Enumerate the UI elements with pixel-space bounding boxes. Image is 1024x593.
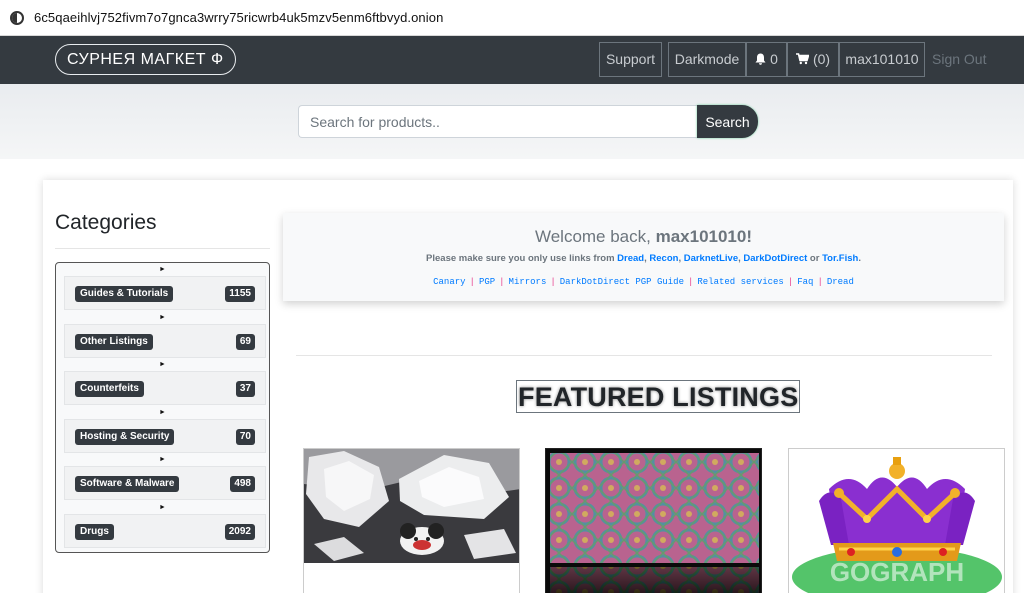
listing-image[interactable] xyxy=(304,449,520,563)
categories-list: ► Guides & Tutorials 1155 ► Other Listin… xyxy=(55,262,270,553)
category-label[interactable]: Other Listings xyxy=(75,334,153,350)
welcome-note: Please make sure you only use links from… xyxy=(426,253,861,264)
expand-arrow-icon[interactable]: ► xyxy=(56,361,269,368)
address-url[interactable]: 6c5qaeihlvj752fivm7o7gnca3wrry75ricwrb4u… xyxy=(34,10,443,25)
welcome-prefix: Welcome back, xyxy=(534,227,656,246)
link-mirrors[interactable]: Mirrors xyxy=(509,277,547,287)
note-link-recon[interactable]: Recon xyxy=(649,253,678,264)
note-prefix: Please make sure you only use links from xyxy=(426,253,618,264)
category-item[interactable]: Hosting & Security 70 xyxy=(64,419,266,453)
note-link-dread[interactable]: Dread xyxy=(617,253,644,264)
category-label[interactable]: Guides & Tutorials xyxy=(75,286,174,302)
cart-icon xyxy=(795,53,809,65)
welcome-username: max101010! xyxy=(655,227,753,246)
browser-address-bar[interactable]: 6c5qaeihlvj752fivm7o7gnca3wrry75ricwrb4u… xyxy=(0,0,1024,36)
note-or: or xyxy=(807,253,823,264)
link-separator: | xyxy=(787,277,794,287)
cart-button[interactable]: (0) xyxy=(787,42,839,77)
sign-out-link[interactable]: Sign Out xyxy=(932,42,986,77)
featured-listings-heading: FEATURED LISTINGS xyxy=(516,380,801,413)
category-count: 37 xyxy=(235,381,255,397)
link-separator: | xyxy=(469,277,475,287)
notifications-count: 0 xyxy=(770,51,778,67)
link-separator: | xyxy=(550,277,556,287)
listing-card[interactable]: GOGRAPH xyxy=(788,448,1005,593)
search-section: Search xyxy=(0,84,1024,159)
listing-image[interactable] xyxy=(546,449,762,593)
category-label[interactable]: Drugs xyxy=(75,524,114,540)
link-separator: | xyxy=(817,277,823,287)
welcome-panel: Welcome back, max101010! Please make sur… xyxy=(283,213,1004,301)
listing-card[interactable] xyxy=(545,448,762,593)
category-count: 2092 xyxy=(224,524,255,540)
darkmode-toggle[interactable]: Darkmode xyxy=(668,42,746,77)
category-item[interactable]: Guides & Tutorials 1155 xyxy=(64,276,266,310)
expand-arrow-icon[interactable]: ► xyxy=(56,504,269,511)
note-link-torfish[interactable]: Tor.Fish xyxy=(822,253,858,264)
listing-image[interactable]: GOGRAPH xyxy=(789,449,1005,593)
category-item[interactable]: Other Listings 69 xyxy=(64,324,266,358)
watermark-text: GOGRAPH xyxy=(830,557,964,587)
onion-icon xyxy=(10,10,24,25)
support-link[interactable]: Support xyxy=(599,42,662,77)
listing-card[interactable] xyxy=(303,448,520,593)
link-separator: | xyxy=(688,277,694,287)
note-link-darkdotdirect[interactable]: DarkDotDirect xyxy=(743,253,807,264)
link-dread[interactable]: Dread xyxy=(827,277,854,287)
category-label[interactable]: Counterfeits xyxy=(75,381,144,397)
welcome-links: Canary | PGP | Mirrors | DarkDotDirect PGP Gui… xyxy=(283,277,1004,287)
expand-arrow-icon[interactable]: ► xyxy=(56,409,269,416)
search-button[interactable]: Search xyxy=(697,105,758,138)
expand-arrow-icon[interactable]: ► xyxy=(56,314,269,321)
category-label[interactable]: Software & Malware xyxy=(75,476,180,492)
link-related-services[interactable]: Related services xyxy=(697,277,783,287)
categories-heading: Categories xyxy=(55,211,157,234)
category-item[interactable]: Counterfeits 37 xyxy=(64,371,266,405)
category-count: 69 xyxy=(235,334,255,350)
user-menu-button[interactable]: max101010 xyxy=(839,42,925,77)
categories-divider xyxy=(55,248,270,249)
bell-icon xyxy=(755,53,766,65)
category-label[interactable]: Hosting & Security xyxy=(75,429,175,445)
expand-arrow-icon[interactable]: ► xyxy=(56,266,269,273)
category-count: 498 xyxy=(230,476,255,492)
search-input[interactable] xyxy=(298,105,698,138)
category-count: 70 xyxy=(235,429,255,445)
section-divider xyxy=(296,355,992,356)
link-separator: | xyxy=(499,277,505,287)
brand-logo[interactable]: СУРНЕЯ МАГКЕТ Ф xyxy=(55,44,236,75)
cart-count: (0) xyxy=(812,51,831,67)
category-item[interactable]: Drugs 2092 xyxy=(64,514,266,548)
category-count: 1155 xyxy=(225,286,255,302)
link-faq[interactable]: Faq xyxy=(797,277,813,287)
note-link-darknetlive[interactable]: DarknetLive xyxy=(684,253,738,264)
expand-arrow-icon[interactable]: ► xyxy=(56,456,269,463)
link-canary[interactable]: Canary xyxy=(433,277,465,287)
link-pgp-guide[interactable]: DarkDotDirect PGP Guide xyxy=(560,277,684,287)
welcome-heading: Welcome back, max101010! xyxy=(283,227,1004,247)
top-navbar: СУРНЕЯ МАГКЕТ Ф Support Darkmode 0 (0) m… xyxy=(0,36,1024,84)
notifications-button[interactable]: 0 xyxy=(746,42,787,77)
link-pgp[interactable]: PGP xyxy=(479,277,495,287)
category-item[interactable]: Software & Malware 498 xyxy=(64,466,266,500)
